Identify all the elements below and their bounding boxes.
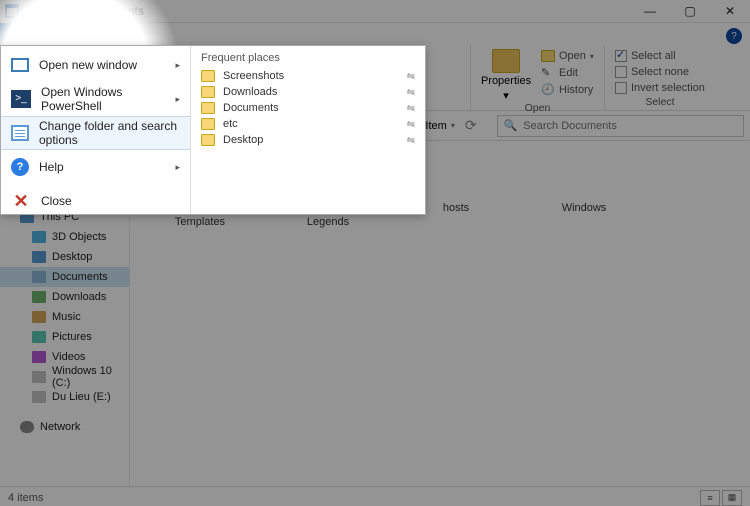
minimize-button[interactable]: — — [630, 0, 670, 23]
sidebar-item-documents[interactable]: Documents — [0, 267, 129, 287]
file-menu: Open new window ▸ >_ Open Windows PowerS… — [0, 45, 426, 215]
invert-selection-button[interactable]: Invert selection — [615, 81, 705, 95]
maximize-button[interactable]: ▢ — [670, 0, 710, 23]
chevron-right-icon: ▸ — [175, 60, 180, 71]
ribbon-group-select-label: Select — [615, 96, 705, 110]
qat-dropdown-icon[interactable]: ⏷ — [57, 6, 64, 17]
frequent-places-header: Frequent places — [201, 52, 415, 64]
chevron-down-icon[interactable]: ▾ — [451, 121, 455, 130]
frequent-place-item[interactable]: Screenshots⇋ — [201, 68, 415, 84]
sidebar-item-network[interactable]: Network — [0, 417, 129, 437]
history-button[interactable]: 🕘History — [541, 82, 594, 97]
pin-icon[interactable]: ⇋ — [407, 71, 415, 82]
file-tab[interactable]: File — [0, 23, 47, 45]
select-all-button[interactable]: Select all — [615, 49, 705, 63]
sidebar-item-music[interactable]: Music — [0, 307, 129, 327]
pin-icon[interactable]: ⇋ — [407, 103, 415, 114]
breadcrumb-item[interactable]: Item — [425, 120, 446, 132]
chevron-right-icon: ▸ — [175, 94, 180, 105]
close-button[interactable]: ✕ — [710, 0, 750, 23]
app-icon — [4, 3, 20, 19]
sidebar-item-pictures[interactable]: Pictures — [0, 327, 129, 347]
details-view-button[interactable]: ≡ — [700, 490, 720, 506]
frequent-place-item[interactable]: Documents⇋ — [201, 100, 415, 116]
frequent-places-panel: Frequent places Screenshots⇋ Downloads⇋ … — [191, 46, 425, 214]
pin-icon[interactable]: ⇋ — [407, 119, 415, 130]
help-menu-icon: ? — [11, 158, 29, 176]
qat-folder-icon[interactable] — [35, 4, 51, 18]
file-menu-commands: Open new window ▸ >_ Open Windows PowerS… — [1, 46, 191, 214]
ribbon-group-select: Select all Select none Invert selection … — [604, 45, 715, 110]
statusbar: 4 items ≡ ▦ — [0, 486, 750, 506]
select-none-button[interactable]: Select none — [615, 65, 705, 79]
sidebar-item-videos[interactable]: Videos — [0, 347, 129, 367]
file-menu-close[interactable]: ✕ Close — [1, 184, 190, 218]
file-item[interactable]: Windows — [544, 201, 624, 215]
sidebar-item-3d-objects[interactable]: 3D Objects — [0, 227, 129, 247]
frequent-place-item[interactable]: Downloads⇋ — [201, 84, 415, 100]
frequent-place-item[interactable]: etc⇋ — [201, 116, 415, 132]
powershell-icon: >_ — [11, 90, 31, 108]
sidebar-item-downloads[interactable]: Downloads — [0, 287, 129, 307]
options-icon — [11, 125, 29, 141]
file-menu-open-new-window[interactable]: Open new window ▸ — [1, 48, 190, 82]
sidebar-item-drive-e[interactable]: Du Lieu (E:) — [0, 387, 129, 407]
ribbon-tabs: File — [0, 23, 750, 45]
window-title: Documents — [83, 4, 144, 18]
refresh-button[interactable]: ⟳ — [459, 114, 483, 138]
chevron-right-icon: ▸ — [175, 162, 180, 173]
sidebar-item-drive-c[interactable]: Windows 10 (C:) — [0, 367, 129, 387]
pin-icon[interactable]: ⇋ — [407, 135, 415, 146]
properties-button[interactable]: Properties ▾ — [481, 49, 531, 102]
file-menu-help[interactable]: ? Help ▸ — [1, 150, 190, 184]
pin-icon[interactable]: ⇋ — [407, 87, 415, 98]
new-window-icon — [11, 58, 29, 72]
titlebar: ⏷ Documents — ▢ ✕ — [0, 0, 750, 23]
open-button[interactable]: Open▾ — [541, 49, 594, 63]
close-menu-icon: ✕ — [11, 191, 31, 211]
search-box[interactable]: 🔍 — [497, 115, 744, 137]
icons-view-button[interactable]: ▦ — [722, 490, 742, 506]
search-icon: 🔍 — [504, 119, 518, 132]
file-item[interactable]: hosts — [416, 201, 496, 215]
edit-button[interactable]: ✎Edit — [541, 65, 594, 80]
properties-label: Properties — [481, 75, 531, 87]
file-menu-change-options[interactable]: Change folder and search options — [1, 116, 190, 150]
item-count: 4 items — [8, 492, 43, 504]
sidebar-item-desktop[interactable]: Desktop — [0, 247, 129, 267]
help-icon[interactable]: ? — [726, 28, 742, 44]
file-menu-powershell[interactable]: >_ Open Windows PowerShell ▸ — [1, 82, 190, 116]
ribbon-group-open: Properties ▾ Open▾ ✎Edit 🕘History Open — [470, 45, 604, 110]
frequent-place-item[interactable]: Desktop⇋ — [201, 132, 415, 148]
search-input[interactable] — [523, 120, 737, 132]
